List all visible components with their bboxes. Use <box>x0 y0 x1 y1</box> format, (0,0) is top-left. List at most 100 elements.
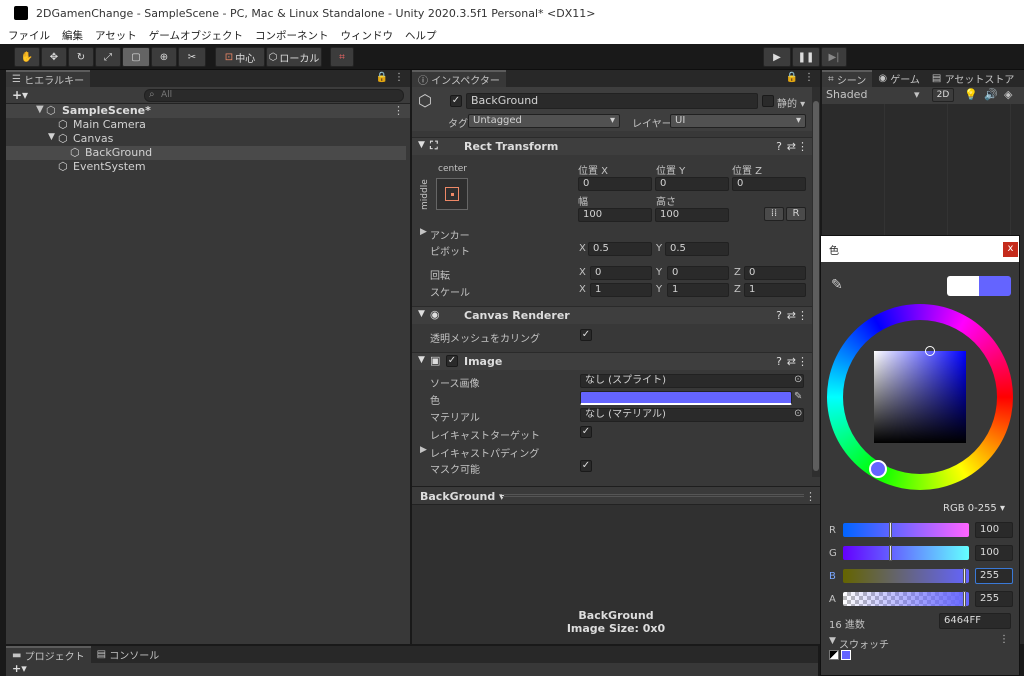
color-mode-dropdown[interactable]: RGB 0-255 ▾ <box>943 503 1005 514</box>
hierarchy-item-main-camera[interactable]: ⬡ Main Camera <box>6 118 406 132</box>
help-icon[interactable]: ? <box>776 355 782 368</box>
tab-scene[interactable]: ⌗ シーン <box>822 70 873 87</box>
preview-title-dropdown[interactable]: BackGround ▾ <box>420 490 505 503</box>
inspector-scrollbar[interactable] <box>812 87 820 477</box>
rot-y-input[interactable]: 0 <box>667 266 729 280</box>
width-input[interactable]: 100 <box>578 208 652 222</box>
hierarchy-item-canvas[interactable]: ▼ ⬡ Canvas <box>6 132 406 146</box>
canvas-renderer-header[interactable]: ▼ ◉ Canvas Renderer ? ⇄ ⋮ <box>412 306 812 324</box>
component-menu-icon[interactable]: ⋮ <box>797 355 808 368</box>
color-field[interactable] <box>580 391 792 405</box>
close-button[interactable]: x <box>1003 242 1018 257</box>
2d-mode-button[interactable]: 2D <box>932 88 954 102</box>
scale-x-input[interactable]: 1 <box>590 283 652 297</box>
pos-y-input[interactable]: 0 <box>655 177 729 191</box>
more-menu-icon[interactable]: ⋮ <box>394 72 404 83</box>
menu-window[interactable]: ウィンドウ <box>340 28 393 43</box>
image-component-header[interactable]: ▼ ▣ ✓ Image ? ⇄ ⋮ <box>412 352 812 370</box>
blue-slider[interactable] <box>843 568 969 584</box>
scene-menu-icon[interactable]: ⋮ <box>393 104 404 117</box>
grid-snap-icon[interactable]: ⌗ <box>330 47 354 67</box>
preset-icon[interactable]: ⇄ <box>787 140 796 153</box>
alpha-slider[interactable] <box>843 591 969 607</box>
blueprint-mode-button[interactable]: ⁞⁞ <box>764 207 784 221</box>
red-slider[interactable] <box>843 522 969 538</box>
tab-asset-store[interactable]: ▤ アセットストア <box>926 70 1020 87</box>
hierarchy-item-background[interactable]: ⬡ BackGround <box>6 146 406 160</box>
sv-handle[interactable] <box>925 346 935 356</box>
lighting-icon[interactable]: 💡 <box>964 88 978 101</box>
rot-z-input[interactable]: 0 <box>744 266 806 280</box>
scale-z-input[interactable]: 1 <box>744 283 806 297</box>
step-button[interactable]: ▶| <box>821 47 847 67</box>
tab-hierarchy[interactable]: ☰ ヒエラルキー <box>6 70 91 87</box>
static-dropdown[interactable]: 静的 ▾ <box>777 95 805 110</box>
preview-menu-icon[interactable]: ⋮ <box>805 490 816 503</box>
gameobject-icon[interactable]: ⬡ <box>418 91 432 110</box>
rot-x-input[interactable]: 0 <box>590 266 652 280</box>
help-icon[interactable]: ? <box>776 309 782 322</box>
play-button[interactable]: ▶ <box>763 47 791 67</box>
menu-help[interactable]: ヘルプ <box>405 28 437 43</box>
menu-assets[interactable]: アセット <box>95 28 137 43</box>
eyedropper-icon[interactable]: ✎ <box>794 391 802 402</box>
anchor-presets-button[interactable] <box>436 178 468 210</box>
audio-icon[interactable]: 🔊 <box>984 88 998 101</box>
anchors-foldout[interactable]: アンカー <box>430 227 470 242</box>
pivot-x-input[interactable]: 0.5 <box>588 242 652 256</box>
raycast-padding-foldout[interactable]: レイキャストパディング <box>430 445 539 460</box>
pivot-y-input[interactable]: 0.5 <box>665 242 729 256</box>
green-value-input[interactable]: 100 <box>975 545 1013 561</box>
preset-icon[interactable]: ⇄ <box>787 355 796 368</box>
hue-handle[interactable] <box>869 460 887 478</box>
tab-project[interactable]: ▬ プロジェクト <box>6 646 91 663</box>
menu-file[interactable]: ファイル <box>8 28 50 43</box>
object-picker-icon[interactable]: ⊙ <box>794 374 802 385</box>
menu-gameobject[interactable]: ゲームオブジェクト <box>149 28 243 43</box>
transform-tool-icon[interactable]: ⊕ <box>151 47 177 67</box>
help-icon[interactable]: ? <box>776 140 782 153</box>
preset-swatch-default[interactable] <box>829 650 839 660</box>
blue-value-input[interactable]: 255 <box>975 568 1013 584</box>
pos-z-input[interactable]: 0 <box>732 177 806 191</box>
lock-icon[interactable]: 🔒 <box>376 72 388 83</box>
component-menu-icon[interactable]: ⋮ <box>797 309 808 322</box>
tab-console[interactable]: ▤ コンソール <box>91 646 166 663</box>
rect-transform-header[interactable]: ▼ ⛶ Rect Transform ? ⇄ ⋮ <box>412 137 812 155</box>
search-input[interactable]: ⌕ All <box>144 89 404 102</box>
pause-button[interactable]: ❚❚ <box>792 47 820 67</box>
active-checkbox[interactable]: ✓ <box>450 95 462 107</box>
preset-icon[interactable]: ⇄ <box>787 309 796 322</box>
tab-game[interactable]: ◉ ゲーム <box>872 70 926 87</box>
space-toggle-button[interactable]: ⬡ ローカル <box>266 47 322 67</box>
custom-tool-icon[interactable]: ✂ <box>178 47 206 67</box>
rotate-tool-icon[interactable]: ↻ <box>68 47 94 67</box>
object-name-input[interactable]: BackGround <box>466 93 758 109</box>
maskable-checkbox[interactable]: ✓ <box>580 460 592 472</box>
original-color-swatch[interactable] <box>947 276 979 296</box>
hierarchy-item-eventsystem[interactable]: ⬡ EventSystem <box>6 160 406 174</box>
height-input[interactable]: 100 <box>655 208 729 222</box>
source-image-field[interactable]: なし (スプライト) <box>580 374 804 388</box>
more-menu-icon[interactable]: ⋮ <box>804 72 814 83</box>
effects-icon[interactable]: ◈ <box>1004 88 1012 101</box>
project-add-button[interactable]: +▾ <box>12 662 27 675</box>
tab-inspector[interactable]: ⓘ インスペクター <box>412 70 506 87</box>
shading-mode-dropdown[interactable]: Shaded <box>826 88 867 101</box>
swatches-foldout[interactable]: スウォッチ <box>839 636 889 651</box>
layer-dropdown[interactable]: UI ▾ <box>670 114 806 128</box>
static-checkbox[interactable] <box>762 95 774 107</box>
green-slider[interactable] <box>843 545 969 561</box>
menu-edit[interactable]: 編集 <box>62 28 83 43</box>
scale-tool-icon[interactable]: ⤢ <box>95 47 121 67</box>
alpha-value-input[interactable]: 255 <box>975 591 1013 607</box>
material-field[interactable]: なし (マテリアル) <box>580 408 804 422</box>
raycast-target-checkbox[interactable]: ✓ <box>580 426 592 438</box>
object-picker-icon[interactable]: ⊙ <box>794 408 802 419</box>
hand-tool-icon[interactable]: ✋ <box>14 47 40 67</box>
swatches-menu-icon[interactable]: ⋮ <box>999 634 1009 645</box>
cull-transparent-checkbox[interactable]: ✓ <box>580 329 592 341</box>
image-enabled-checkbox[interactable]: ✓ <box>446 355 458 367</box>
pivot-toggle-button[interactable]: ⊡ 中心 <box>215 47 265 67</box>
scale-y-input[interactable]: 1 <box>667 283 729 297</box>
